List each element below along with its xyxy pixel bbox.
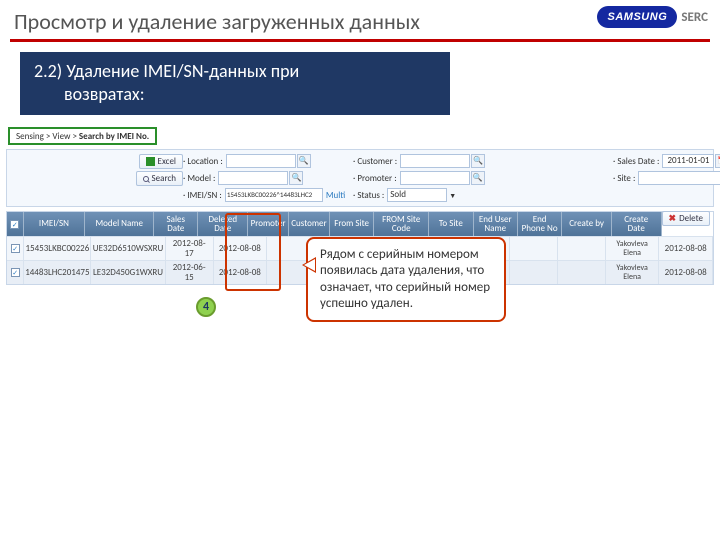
- col-from-site[interactable]: From Site: [330, 212, 374, 236]
- cell-create-by: Yakovleva Elena: [606, 261, 660, 284]
- cell-imei: 15453LKBC00226: [24, 237, 91, 260]
- status-label: Status :: [353, 190, 384, 201]
- col-sales-date[interactable]: Sales Date: [154, 212, 198, 236]
- callout-text: Рядом с серийным номером появилась дата …: [320, 247, 490, 311]
- excel-button[interactable]: Excel: [139, 154, 183, 169]
- search-icon: [143, 176, 149, 182]
- chevron-down-icon: ▼: [449, 191, 456, 200]
- excel-icon: [146, 157, 155, 166]
- site-field: Site : 🔍: [613, 171, 713, 185]
- model-label: Model :: [183, 173, 215, 184]
- page-title: Просмотр и удаление загруженных данных S…: [0, 0, 720, 39]
- cell-create-date: 2012-08-08: [659, 261, 713, 284]
- promoter-field: Promoter : 🔍: [353, 171, 613, 185]
- lookup-icon[interactable]: 🔍: [297, 154, 311, 168]
- status-field: Status : Sold ▼: [353, 188, 613, 202]
- select-all-checkbox[interactable]: ✓: [10, 220, 19, 229]
- step-number: 4: [203, 300, 209, 314]
- section-line1: 2.2) Удаление IMEI/SN-данных при: [34, 60, 436, 83]
- location-input[interactable]: [226, 154, 296, 168]
- section-heading: 2.2) Удаление IMEI/SN-данных при возврат…: [20, 52, 450, 115]
- customer-input[interactable]: [400, 154, 470, 168]
- imei-multi-link[interactable]: Multi: [326, 190, 346, 201]
- title-underline: [10, 39, 710, 42]
- callout: Рядом с серийным номером появилась дата …: [306, 237, 506, 322]
- site-label: Site :: [613, 173, 635, 184]
- col-end-user[interactable]: End User Name: [474, 212, 518, 236]
- promoter-label: Promoter :: [353, 173, 397, 184]
- bc-seg1: Sensing: [16, 131, 44, 142]
- col-create-by[interactable]: Create by: [562, 212, 612, 236]
- salesdate-label: Sales Date :: [613, 156, 659, 167]
- status-select[interactable]: Sold ▼: [387, 188, 456, 202]
- samsung-logo: SAMSUNG: [597, 6, 677, 28]
- section-line2: возвратах:: [34, 83, 436, 106]
- location-label: Location :: [183, 156, 223, 167]
- excel-label: Excel: [158, 156, 176, 167]
- delete-label: Delete: [679, 213, 703, 224]
- salesdate-field: Sales Date : 2011-01-01 📅 ~ 2012-08-17 📅: [613, 154, 713, 168]
- cell-create-date: 2012-08-08: [659, 237, 713, 260]
- cell-create-by: Yakovleva Elena: [606, 237, 660, 260]
- location-field: Location : 🔍: [183, 154, 353, 168]
- bc-seg3: Search by IMEI No.: [79, 131, 149, 142]
- col-model[interactable]: Model Name: [85, 212, 154, 236]
- breadcrumb: Sensing > View > Search by IMEI No.: [8, 127, 157, 145]
- cell-deleted-date: 2012-08-08: [214, 237, 268, 260]
- customer-field: Customer : 🔍: [353, 154, 613, 168]
- col-to-site[interactable]: To Site: [429, 212, 473, 236]
- row-checkbox[interactable]: ✓: [11, 268, 20, 277]
- cell-deleted-date: 2012-08-08: [214, 261, 268, 284]
- bc-sep-icon: >: [72, 131, 76, 142]
- col-from-code[interactable]: FROM Site Code: [374, 212, 429, 236]
- cell-sales-date: 2012-06-15: [166, 261, 214, 284]
- model-input[interactable]: [218, 171, 288, 185]
- bc-seg2: View: [52, 131, 70, 142]
- search-label: Search: [152, 173, 176, 184]
- grid-header: ✓ IMEI/SN Model Name Sales Date Deleted …: [7, 212, 662, 236]
- date-from-input[interactable]: 2011-01-01: [662, 154, 714, 168]
- cell-model: LE32D450G1WXRU: [91, 261, 165, 284]
- site-input[interactable]: [638, 171, 720, 185]
- cell-model: UE32D6510WSXRU: [91, 237, 165, 260]
- cell-sales-date: 2012-08-17: [166, 237, 214, 260]
- status-value: Sold: [387, 188, 447, 202]
- serc-label: SERC: [681, 10, 708, 25]
- lookup-icon[interactable]: 🔍: [471, 154, 485, 168]
- search-button[interactable]: Search: [136, 171, 183, 186]
- col-end-phone[interactable]: End Phone No: [518, 212, 562, 236]
- model-field: Model : 🔍: [183, 171, 353, 185]
- col-promoter[interactable]: Promoter: [248, 212, 289, 236]
- filter-panel: Location : 🔍 Customer : 🔍 Sales Date : 2…: [6, 149, 714, 207]
- delete-row: ✖ Delete: [6, 207, 714, 209]
- customer-label: Customer :: [353, 156, 397, 167]
- imei-input[interactable]: 15453LKBC00226^14483LHC2: [225, 188, 323, 202]
- cell-imei: 14483LHC201475: [24, 261, 91, 284]
- imei-label: IMEI/SN :: [183, 190, 222, 201]
- app-screenshot: Sensing > View > Search by IMEI No. Loca…: [6, 125, 714, 285]
- col-deleted-date[interactable]: Deleted Date: [198, 212, 248, 236]
- col-imei[interactable]: IMEI/SN: [24, 212, 86, 236]
- row-checkbox[interactable]: ✓: [11, 244, 20, 253]
- col-customer[interactable]: Customer: [289, 212, 330, 236]
- calendar-icon[interactable]: 📅: [715, 154, 720, 168]
- col-create-date[interactable]: Create Date: [612, 212, 662, 236]
- imei-field: IMEI/SN : 15453LKBC00226^14483LHC2 Multi: [183, 188, 353, 202]
- bc-sep-icon: >: [46, 131, 50, 142]
- step-badge: 4: [196, 297, 216, 317]
- delete-button[interactable]: ✖ Delete: [662, 211, 710, 226]
- lookup-icon[interactable]: 🔍: [289, 171, 303, 185]
- logo-area: SAMSUNG SERC: [597, 6, 708, 28]
- title-text: Просмотр и удаление загруженных данных: [14, 8, 420, 35]
- lookup-icon[interactable]: 🔍: [471, 171, 485, 185]
- promoter-input[interactable]: [400, 171, 470, 185]
- delete-icon: ✖: [669, 213, 677, 224]
